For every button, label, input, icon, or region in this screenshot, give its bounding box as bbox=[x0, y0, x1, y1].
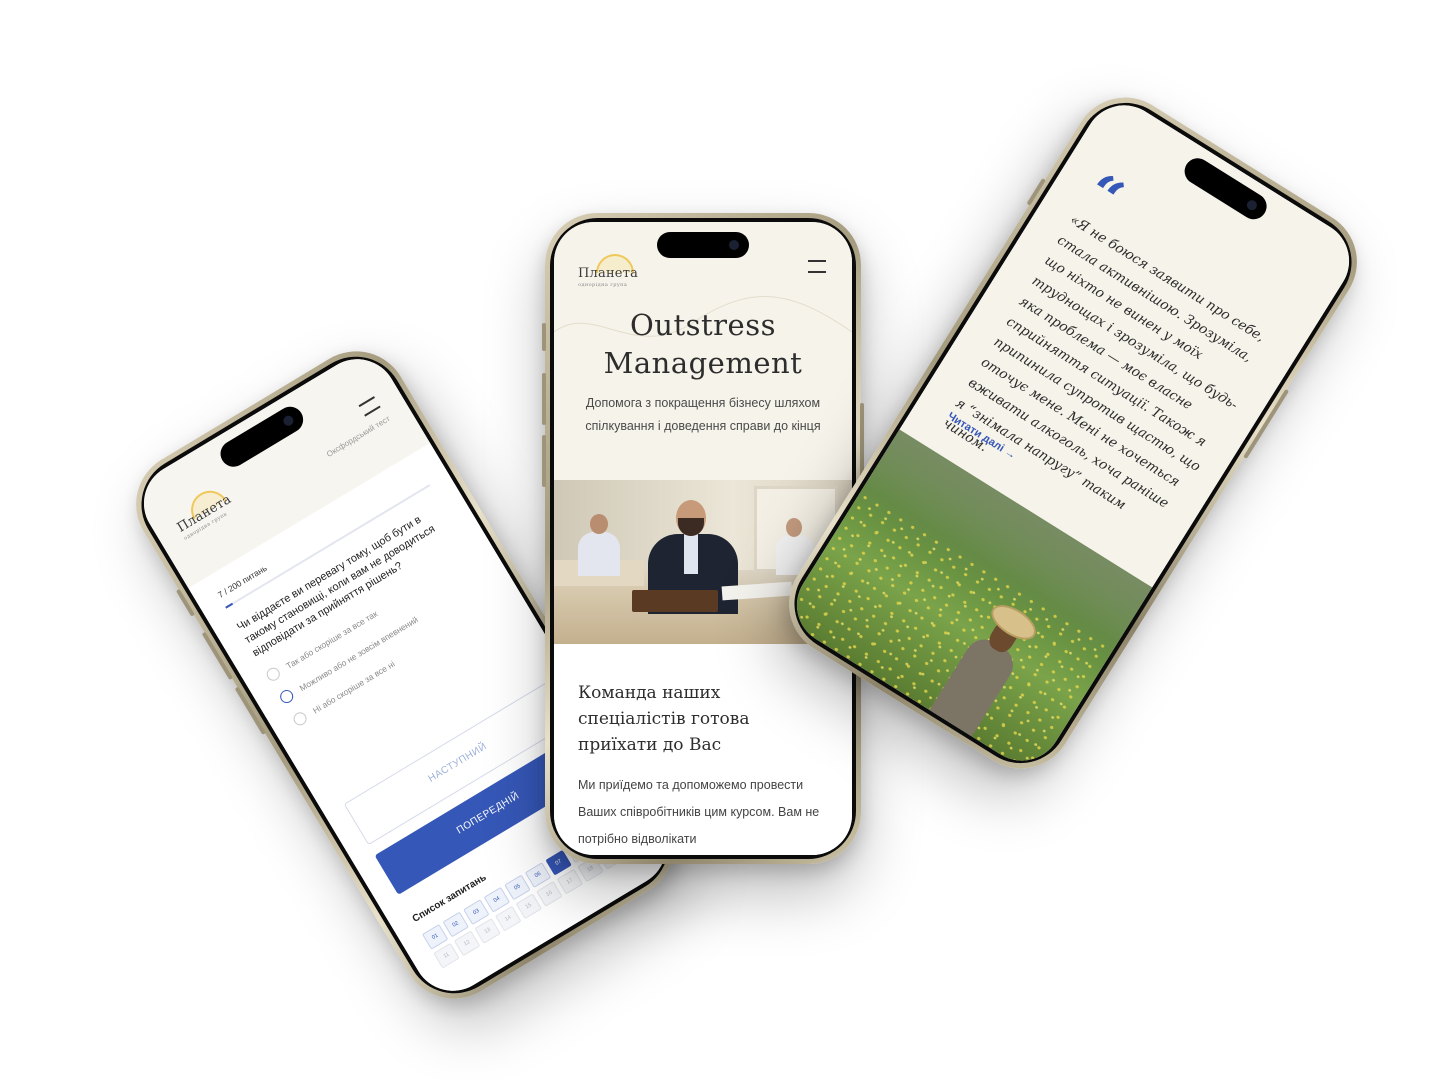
testimonial-screen: “ «Я не боюся заявити про себе, стала ак… bbox=[781, 90, 1365, 776]
hero-subtitle: Допомога з покращення бізнесу шляхом спі… bbox=[585, 396, 821, 433]
logo[interactable]: Планета однорідна група bbox=[578, 254, 638, 288]
team-section: Команда наших спеціалістів готова приїха… bbox=[554, 644, 852, 855]
section-title: Команда наших спеціалістів готова приїха… bbox=[578, 683, 750, 755]
landing-screen: Планета однорідна група Outstress Manage… bbox=[554, 222, 852, 855]
menu-icon[interactable] bbox=[808, 260, 826, 273]
mockup-stage: Планета однорідна група Оксфордський тес… bbox=[0, 0, 1440, 1080]
phone-landing: Планета однорідна група Outstress Manage… bbox=[542, 213, 864, 864]
dynamic-island bbox=[657, 232, 749, 258]
hero-title: Outstress Management bbox=[603, 308, 803, 380]
section-text: Ми приїдемо та допоможемо провести Ваших… bbox=[578, 778, 820, 846]
hero-section: Планета однорідна група Outstress Manage… bbox=[554, 222, 852, 480]
